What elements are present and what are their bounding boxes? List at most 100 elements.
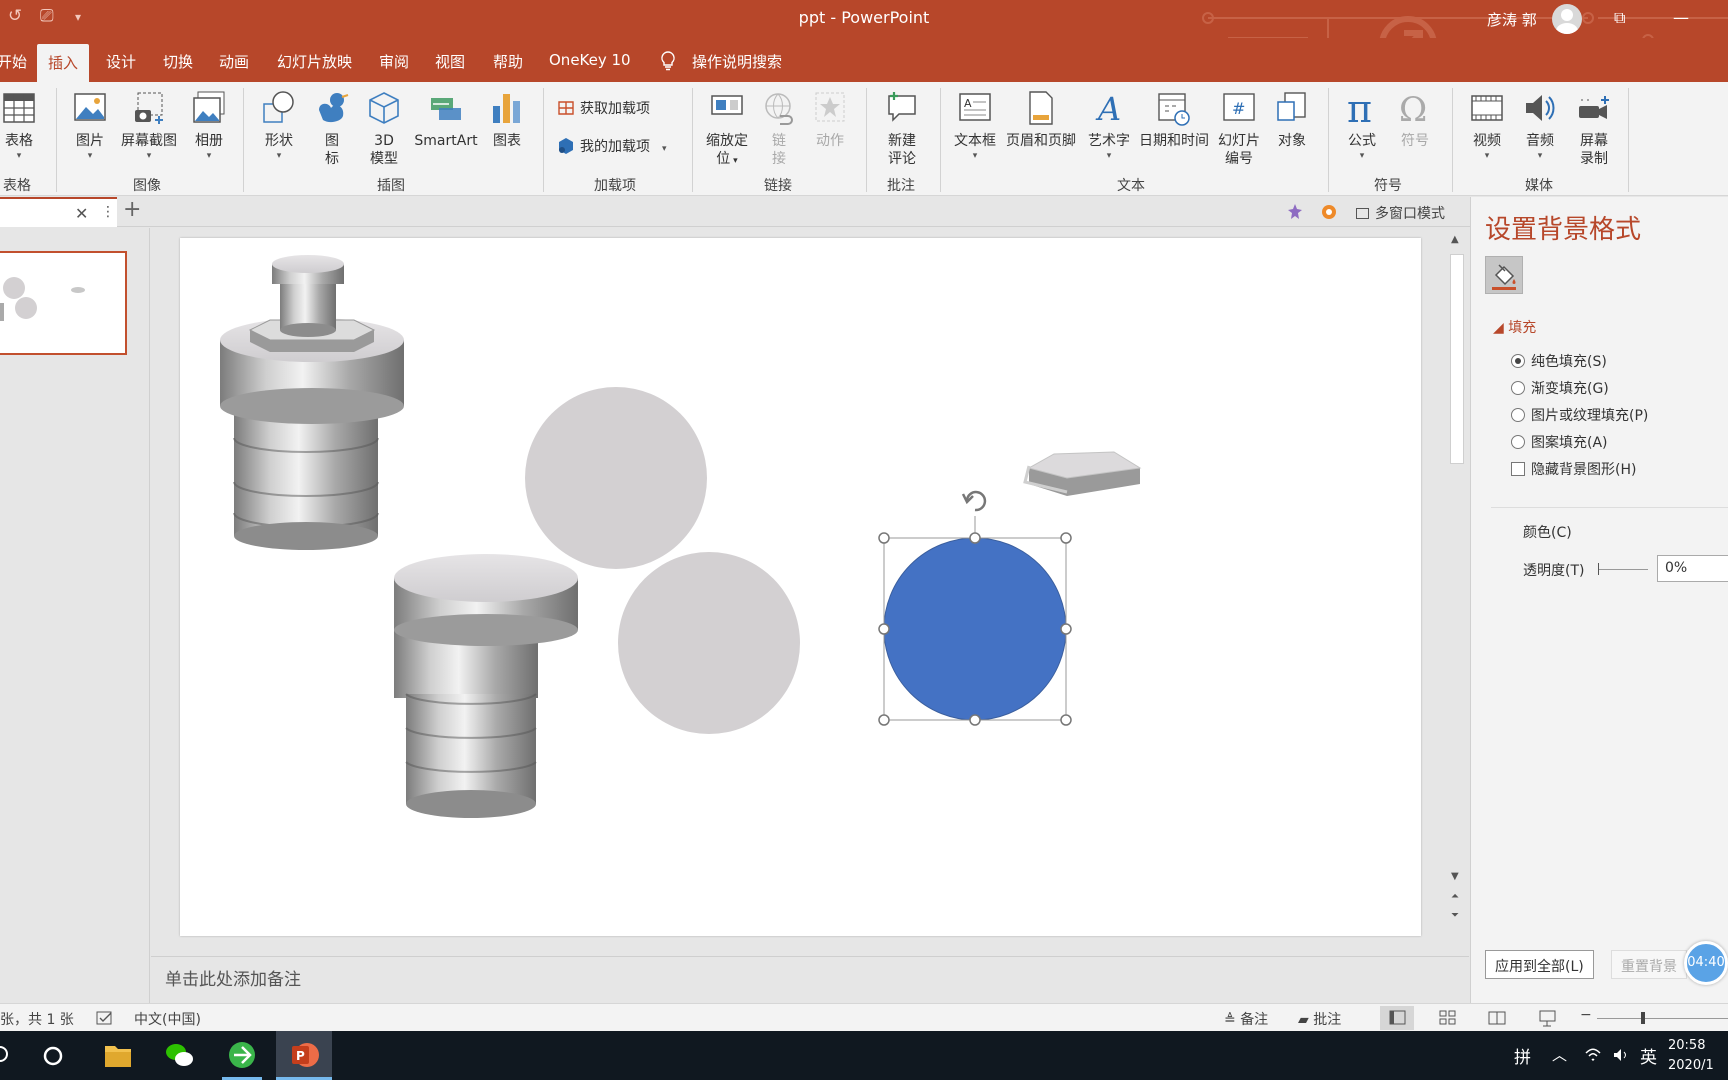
hexagon-nut[interactable] — [1023, 451, 1142, 496]
transparency-input[interactable]: 0% — [1657, 555, 1728, 582]
radio[interactable] — [1511, 435, 1525, 449]
new-comment-button[interactable]: 新建 评论 — [880, 82, 924, 168]
wifi-icon[interactable] — [1584, 1047, 1602, 1063]
slideshow-button[interactable] — [1530, 1006, 1564, 1030]
tab-onekey[interactable]: OneKey 10 — [549, 51, 631, 69]
audio-button[interactable]: 音频 ▾ — [1518, 82, 1562, 162]
selected-blue-circle[interactable] — [883, 516, 1067, 721]
notes-toggle[interactable]: ≜ 备注 — [1224, 1009, 1268, 1029]
timer-badge[interactable]: 04:40 — [1684, 941, 1728, 985]
fill-tab[interactable] — [1485, 256, 1523, 294]
more-options-icon[interactable]: ⋮ — [101, 204, 115, 220]
transparency-slider[interactable] — [1598, 563, 1648, 575]
magic-wand-icon[interactable] — [1286, 203, 1304, 221]
metal-cylinder-with-knob[interactable] — [220, 255, 404, 550]
language-indicator[interactable]: 中文(中国) — [134, 1009, 201, 1029]
tell-me-search[interactable]: 操作说明搜索 — [692, 51, 782, 72]
scroll-up-icon[interactable]: ▲ — [1451, 234, 1459, 245]
search-icon[interactable] — [0, 1046, 12, 1066]
shapes-button[interactable]: 形状 ▾ — [256, 82, 302, 162]
next-slide-icon[interactable]: ⏷ — [1451, 910, 1459, 921]
file-explorer-app[interactable] — [90, 1031, 146, 1080]
ime-pinyin-indicator[interactable]: 拼 — [1514, 1043, 1531, 1068]
cortana-icon[interactable] — [42, 1045, 64, 1067]
rotation-handle-icon[interactable] — [961, 490, 987, 512]
browser-app[interactable] — [214, 1031, 270, 1080]
dropdown-arrow-icon[interactable]: ▾ — [662, 144, 667, 154]
slide-sorter-button[interactable] — [1430, 1006, 1464, 1030]
wordart-button[interactable]: A 艺术字 ▾ — [1084, 82, 1134, 162]
notes-placeholder[interactable]: 单击此处添加备注 — [165, 965, 301, 990]
chart-button[interactable]: 图表 — [486, 82, 528, 150]
minimize-icon[interactable]: — — [1673, 8, 1689, 27]
symbol-button[interactable]: Ω 符号 — [1394, 82, 1436, 150]
video-button[interactable]: 视频 ▾ — [1465, 82, 1509, 162]
metal-cylinder[interactable] — [394, 554, 578, 818]
tab-help[interactable]: 帮助 — [493, 51, 523, 72]
table-button[interactable]: 表格 ▾ — [0, 82, 40, 162]
tab-view[interactable]: 视图 — [435, 51, 465, 72]
zoom-slider[interactable] — [1597, 1018, 1728, 1019]
picture-texture-fill-option[interactable]: 图片或纹理填充(P) — [1511, 405, 1648, 425]
hide-background-graphics-option[interactable]: 隐藏背景图形(H) — [1511, 459, 1636, 479]
my-addins-button[interactable]: 我的加载项 ▾ — [557, 136, 667, 156]
ime-english-indicator[interactable]: 英 — [1640, 1043, 1657, 1068]
screen-recording-button[interactable]: 屏幕 录制 — [1572, 82, 1616, 168]
fill-section-header[interactable]: ◢ 填充 — [1493, 317, 1536, 337]
gear-icon[interactable] — [1320, 203, 1338, 221]
chevron-up-icon[interactable]: ︿ — [1552, 1044, 1567, 1065]
gray-circle[interactable] — [525, 387, 707, 569]
action-button[interactable]: 动作 — [808, 82, 852, 150]
ribbon-display-options-icon[interactable]: ⧉ — [1614, 8, 1625, 28]
tab-home[interactable]: 开始 — [0, 51, 27, 72]
scrollbar-thumb[interactable] — [1450, 254, 1464, 464]
tab-review[interactable]: 审阅 — [379, 51, 409, 72]
radio[interactable] — [1511, 381, 1525, 395]
apply-to-all-button[interactable]: 应用到全部(L) — [1485, 950, 1594, 979]
normal-view-button[interactable] — [1380, 1006, 1414, 1030]
powerpoint-app[interactable]: P — [276, 1031, 332, 1080]
gray-circle[interactable] — [618, 552, 800, 734]
tab-slideshow[interactable]: 幻灯片放映 — [277, 51, 352, 72]
date-time-button[interactable]: 日期和时间 — [1136, 82, 1212, 150]
comments-toggle[interactable]: ▰ 批注 — [1298, 1009, 1341, 1029]
radio[interactable] — [1511, 408, 1525, 422]
checkbox[interactable] — [1511, 462, 1525, 476]
album-button[interactable]: 相册 ▾ — [186, 82, 232, 162]
system-clock[interactable]: 20:58 2020/1 — [1668, 1036, 1714, 1076]
vertical-scrollbar[interactable]: ▲ ▼ ⏶ ⏷ — [1447, 228, 1469, 955]
textbox-button[interactable]: A 文本框 ▾ — [950, 82, 1000, 162]
tab-design[interactable]: 设计 — [106, 51, 136, 72]
slide-number-button[interactable]: # 幻灯片 编号 — [1214, 82, 1264, 168]
zoom-slider-thumb[interactable] — [1641, 1012, 1645, 1024]
zoom-out-icon[interactable]: − — [1580, 1007, 1592, 1023]
get-addins-button[interactable]: 获取加载项 — [557, 98, 650, 118]
reading-view-button[interactable] — [1480, 1006, 1514, 1030]
avatar[interactable] — [1552, 4, 1582, 34]
multi-window-mode-button[interactable]: 多窗口模式 — [1356, 203, 1445, 223]
smartart-button[interactable]: SmartArt — [411, 82, 481, 150]
icons-button[interactable]: 图标 — [312, 82, 352, 168]
tab-insert[interactable]: 插入 — [37, 44, 90, 82]
gradient-fill-option[interactable]: 渐变填充(G) — [1511, 378, 1609, 398]
picture-button[interactable]: 图片 ▾ — [67, 82, 113, 162]
header-footer-button[interactable]: 页眉和页脚 — [1002, 82, 1080, 150]
close-icon[interactable]: ✕ — [75, 204, 88, 223]
user-name[interactable]: 彦涛 郭 — [1487, 9, 1537, 30]
notes-pane[interactable]: 单击此处添加备注 — [151, 956, 1469, 1003]
object-button[interactable]: 对象 — [1270, 82, 1314, 150]
link-button[interactable]: 链接 — [760, 82, 798, 168]
scroll-down-icon[interactable]: ▼ — [1451, 871, 1459, 882]
solid-fill-option[interactable]: 纯色填充(S) — [1511, 351, 1607, 371]
slide-canvas[interactable] — [180, 238, 1421, 936]
previous-slide-icon[interactable]: ⏶ — [1451, 891, 1459, 902]
tab-animations[interactable]: 动画 — [219, 51, 249, 72]
equation-button[interactable]: π 公式 ▾ — [1340, 82, 1384, 162]
reset-background-button[interactable]: 重置背景 — [1611, 950, 1687, 979]
add-tab-icon[interactable]: + — [123, 197, 141, 222]
document-tab[interactable]: ✕ ⋮ — [0, 197, 117, 227]
volume-icon[interactable] — [1612, 1047, 1630, 1063]
slide-thumbnail[interactable] — [0, 251, 127, 355]
accessibility-check-icon[interactable] — [96, 1010, 114, 1026]
pattern-fill-option[interactable]: 图案填充(A) — [1511, 432, 1608, 452]
